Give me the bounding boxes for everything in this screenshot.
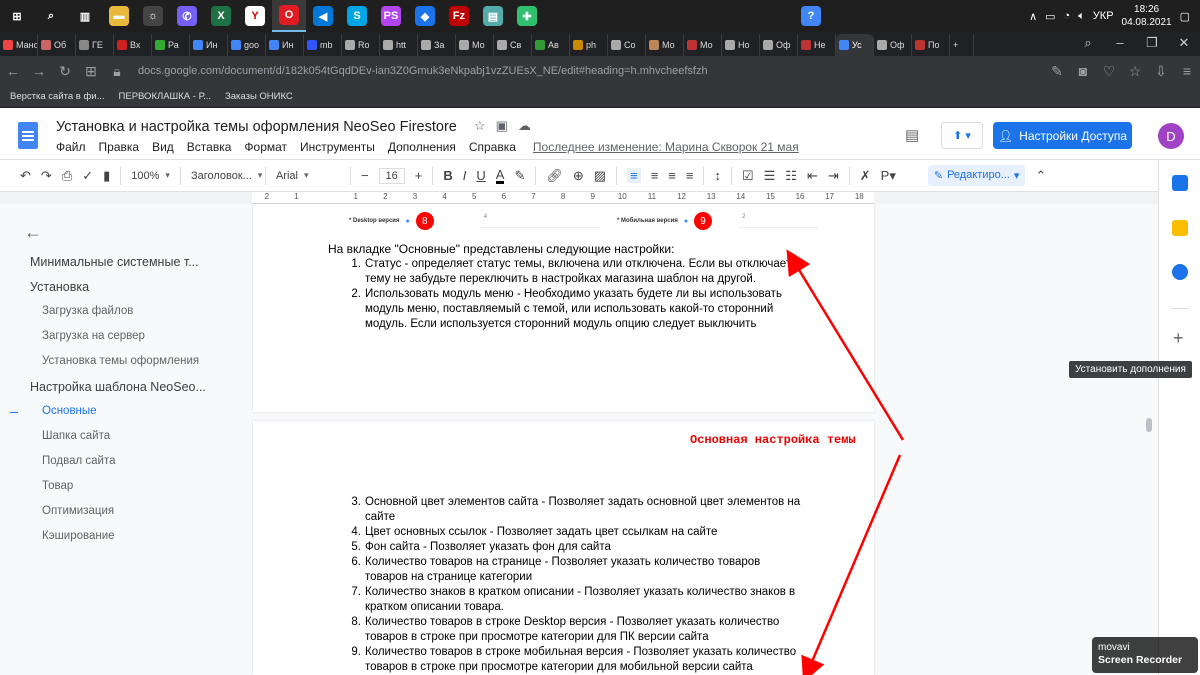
keep-icon[interactable] — [1172, 220, 1188, 236]
divider — [1171, 308, 1189, 309]
red-arrows-annotation — [786, 249, 905, 675]
arrow-up — [786, 249, 905, 441]
add-icon[interactable]: + — [1173, 328, 1184, 349]
watermark-brand: movavi — [1098, 642, 1130, 653]
scrollbar-thumb[interactable] — [1146, 418, 1152, 432]
screen-recorder-watermark: movavi Screen Recorder — [1092, 637, 1198, 673]
calendar-icon[interactable] — [1172, 175, 1188, 191]
watermark-product: Screen Recorder — [1098, 654, 1183, 666]
arrow-down — [801, 454, 902, 675]
tasks-icon[interactable] — [1172, 264, 1188, 280]
side-panel: + — [1158, 160, 1200, 675]
tooltip: Установить дополнения — [1069, 361, 1192, 378]
